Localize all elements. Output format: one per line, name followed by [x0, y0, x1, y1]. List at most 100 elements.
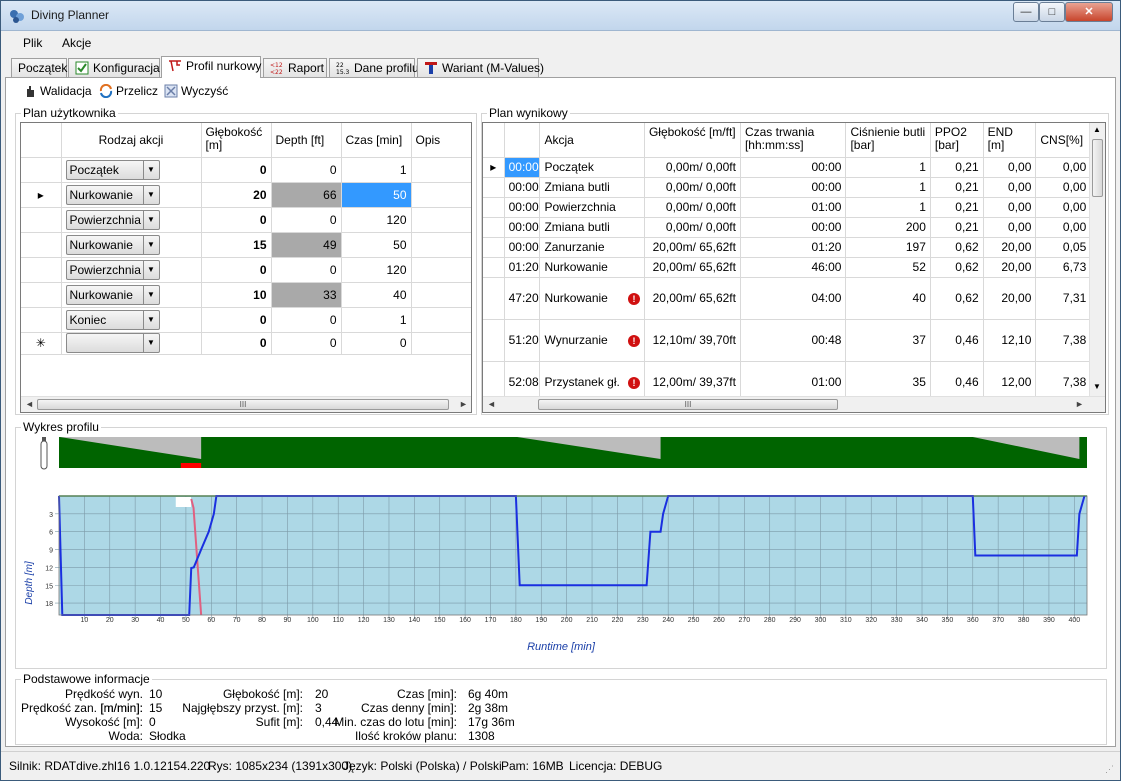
action-combo[interactable]: Nurkowanie ▼ — [65, 184, 160, 205]
scroll-thumb[interactable]: III — [538, 399, 838, 410]
row-header[interactable] — [483, 277, 505, 320]
table-row[interactable]: 00:00 Zanurzanie 20,00m/ 65,62ft 01:20 1… — [483, 237, 1105, 258]
table-row[interactable]: Powierzchnia ▼ 0 0 120 — [21, 257, 471, 283]
chevron-down-icon[interactable]: ▼ — [142, 285, 159, 304]
tab-wariant[interactable]: Wariant (M-Values) — [417, 58, 544, 78]
maximize-button[interactable]: □ — [1039, 2, 1065, 22]
start-cell[interactable]: 00:00 — [504, 197, 541, 218]
time-cell[interactable]: 40 — [341, 282, 412, 308]
scroll-right-icon[interactable]: ► — [1075, 399, 1084, 409]
chevron-down-icon[interactable]: ▼ — [142, 185, 159, 204]
minimize-button[interactable]: — — [1013, 2, 1039, 22]
warning-icon[interactable]: ! — [627, 293, 640, 305]
start-cell[interactable]: 51:20 — [504, 319, 541, 362]
warning-icon[interactable]: ! — [627, 335, 640, 347]
chevron-down-icon[interactable]: ▼ — [142, 310, 159, 329]
tab-profil-nurkowy[interactable]: Profil nurkowy — [161, 56, 261, 78]
table-row[interactable]: 00:00 Powierzchnia 0,00m/ 0,00ft 01:00 1… — [483, 197, 1105, 218]
start-cell[interactable]: 01:20 — [504, 257, 541, 278]
action-cell[interactable]: Powierzchnia ▼ — [61, 207, 202, 233]
table-row[interactable]: 00:00 Zmiana butli 0,00m/ 0,00ft 00:00 2… — [483, 217, 1105, 238]
col-header-time[interactable]: Czas [min] — [341, 123, 412, 158]
row-header[interactable] — [483, 237, 505, 258]
action-combo[interactable]: Powierzchnia ▼ — [65, 209, 160, 230]
col-header-end[interactable]: END [m] — [983, 123, 1037, 158]
close-button[interactable]: ✕ — [1065, 2, 1113, 22]
col-header-desc[interactable]: Opis — [411, 123, 471, 158]
scroll-left-icon[interactable]: ◄ — [487, 399, 496, 409]
scroll-thumb[interactable]: III — [37, 399, 449, 410]
desc-cell[interactable] — [411, 157, 471, 183]
start-cell[interactable]: 00:00 — [504, 217, 541, 238]
table-row[interactable]: Nurkowanie ▼ 10 33 40 — [21, 282, 471, 308]
col-header-depth-ft[interactable]: Depth [ft] — [271, 123, 342, 158]
table-row[interactable]: ▸ Nurkowanie ▼ 20 66 50 — [21, 182, 471, 208]
row-header[interactable] — [21, 282, 62, 308]
menu-akcje[interactable]: Akcje — [62, 36, 91, 50]
time-cell[interactable]: 120 — [341, 257, 412, 283]
row-header[interactable] — [483, 197, 505, 218]
row-header[interactable] — [21, 257, 62, 283]
desc-cell[interactable] — [411, 182, 471, 208]
resize-grip-icon[interactable]: ⋰ — [1105, 764, 1114, 775]
col-header-depth[interactable]: Głębokość [m/ft] — [644, 123, 741, 158]
tab-raport[interactable]: <12 <22 Raport — [263, 58, 327, 78]
chevron-down-icon[interactable]: ▼ — [142, 334, 159, 352]
action-combo[interactable]: Początek ▼ — [65, 159, 160, 180]
start-cell[interactable]: 00:00 — [504, 157, 541, 178]
time-cell[interactable]: 0 — [341, 332, 412, 355]
scroll-right-icon[interactable]: ► — [459, 399, 468, 409]
start-cell[interactable]: 00:00 — [504, 237, 541, 258]
table-row[interactable]: Nurkowanie ▼ 15 49 50 — [21, 232, 471, 258]
depth-m-cell[interactable]: 20 — [201, 182, 272, 208]
action-combo[interactable]: Nurkowanie ▼ — [65, 284, 160, 305]
action-cell[interactable]: Początek ▼ — [61, 157, 202, 183]
depth-m-cell[interactable]: 0 — [201, 157, 272, 183]
depth-m-cell[interactable]: 0 — [201, 257, 272, 283]
desc-cell[interactable] — [411, 282, 471, 308]
recalculate-button[interactable]: Przelicz — [99, 84, 158, 98]
desc-cell[interactable] — [411, 232, 471, 258]
col-header-duration[interactable]: Czas trwania [hh:mm:ss] — [740, 123, 847, 158]
row-header[interactable] — [483, 217, 505, 238]
col-header-action[interactable]: Akcja — [539, 123, 645, 158]
action-combo[interactable]: ▼ — [65, 333, 160, 353]
table-row[interactable]: 01:20 Nurkowanie 20,00m/ 65,62ft 46:00 5… — [483, 257, 1105, 278]
menu-plik[interactable]: Plik — [23, 36, 42, 50]
table-row[interactable]: 51:20 Wynurzanie! 12,10m/ 39,70ft 00:48 … — [483, 319, 1105, 362]
title-bar[interactable]: Diving Planner — □ ✕ — [1, 1, 1120, 31]
row-header[interactable] — [21, 232, 62, 258]
scroll-thumb[interactable] — [1092, 139, 1103, 197]
time-cell[interactable]: 1 — [341, 157, 412, 183]
tab-poczatek[interactable]: Początek — [11, 58, 67, 78]
row-header[interactable]: ▸ — [483, 157, 505, 178]
row-header[interactable]: ▸ — [21, 182, 62, 208]
time-cell[interactable]: 50 — [341, 232, 412, 258]
start-cell[interactable]: 47:20 — [504, 277, 541, 320]
col-header-action[interactable]: Rodzaj akcji — [61, 123, 202, 158]
depth-m-cell[interactable]: 0 — [201, 332, 272, 355]
action-cell[interactable]: Nurkowanie ▼ — [61, 182, 202, 208]
table-row[interactable]: Powierzchnia ▼ 0 0 120 — [21, 207, 471, 233]
validate-button[interactable]: Walidacja — [23, 84, 92, 98]
time-cell[interactable]: 1 — [341, 307, 412, 333]
row-header[interactable] — [21, 157, 62, 183]
row-header[interactable] — [21, 307, 62, 333]
scroll-down-icon[interactable]: ▼ — [1093, 382, 1101, 391]
action-cell[interactable]: Koniec ▼ — [61, 307, 202, 333]
depth-m-cell[interactable]: 0 — [201, 307, 272, 333]
desc-cell[interactable] — [411, 332, 471, 355]
tab-dane-profilu[interactable]: 22 15.3 Dane profilu — [329, 58, 419, 78]
chevron-down-icon[interactable]: ▼ — [142, 260, 159, 279]
col-header-pressure[interactable]: Ciśnienie butli [bar] — [845, 123, 931, 158]
chevron-down-icon[interactable]: ▼ — [142, 235, 159, 254]
chevron-down-icon[interactable]: ▼ — [142, 160, 159, 179]
depth-m-cell[interactable]: 10 — [201, 282, 272, 308]
table-row[interactable]: Koniec ▼ 0 0 1 — [21, 307, 471, 333]
clear-button[interactable]: Wyczyść — [164, 84, 228, 98]
scroll-left-icon[interactable]: ◄ — [25, 399, 34, 409]
desc-cell[interactable] — [411, 307, 471, 333]
col-header-cns[interactable]: CNS[%] — [1035, 123, 1092, 158]
table-row[interactable]: 00:00 Zmiana butli 0,00m/ 0,00ft 00:00 1… — [483, 177, 1105, 198]
col-header-ppo2[interactable]: PPO2 [bar] — [930, 123, 984, 158]
